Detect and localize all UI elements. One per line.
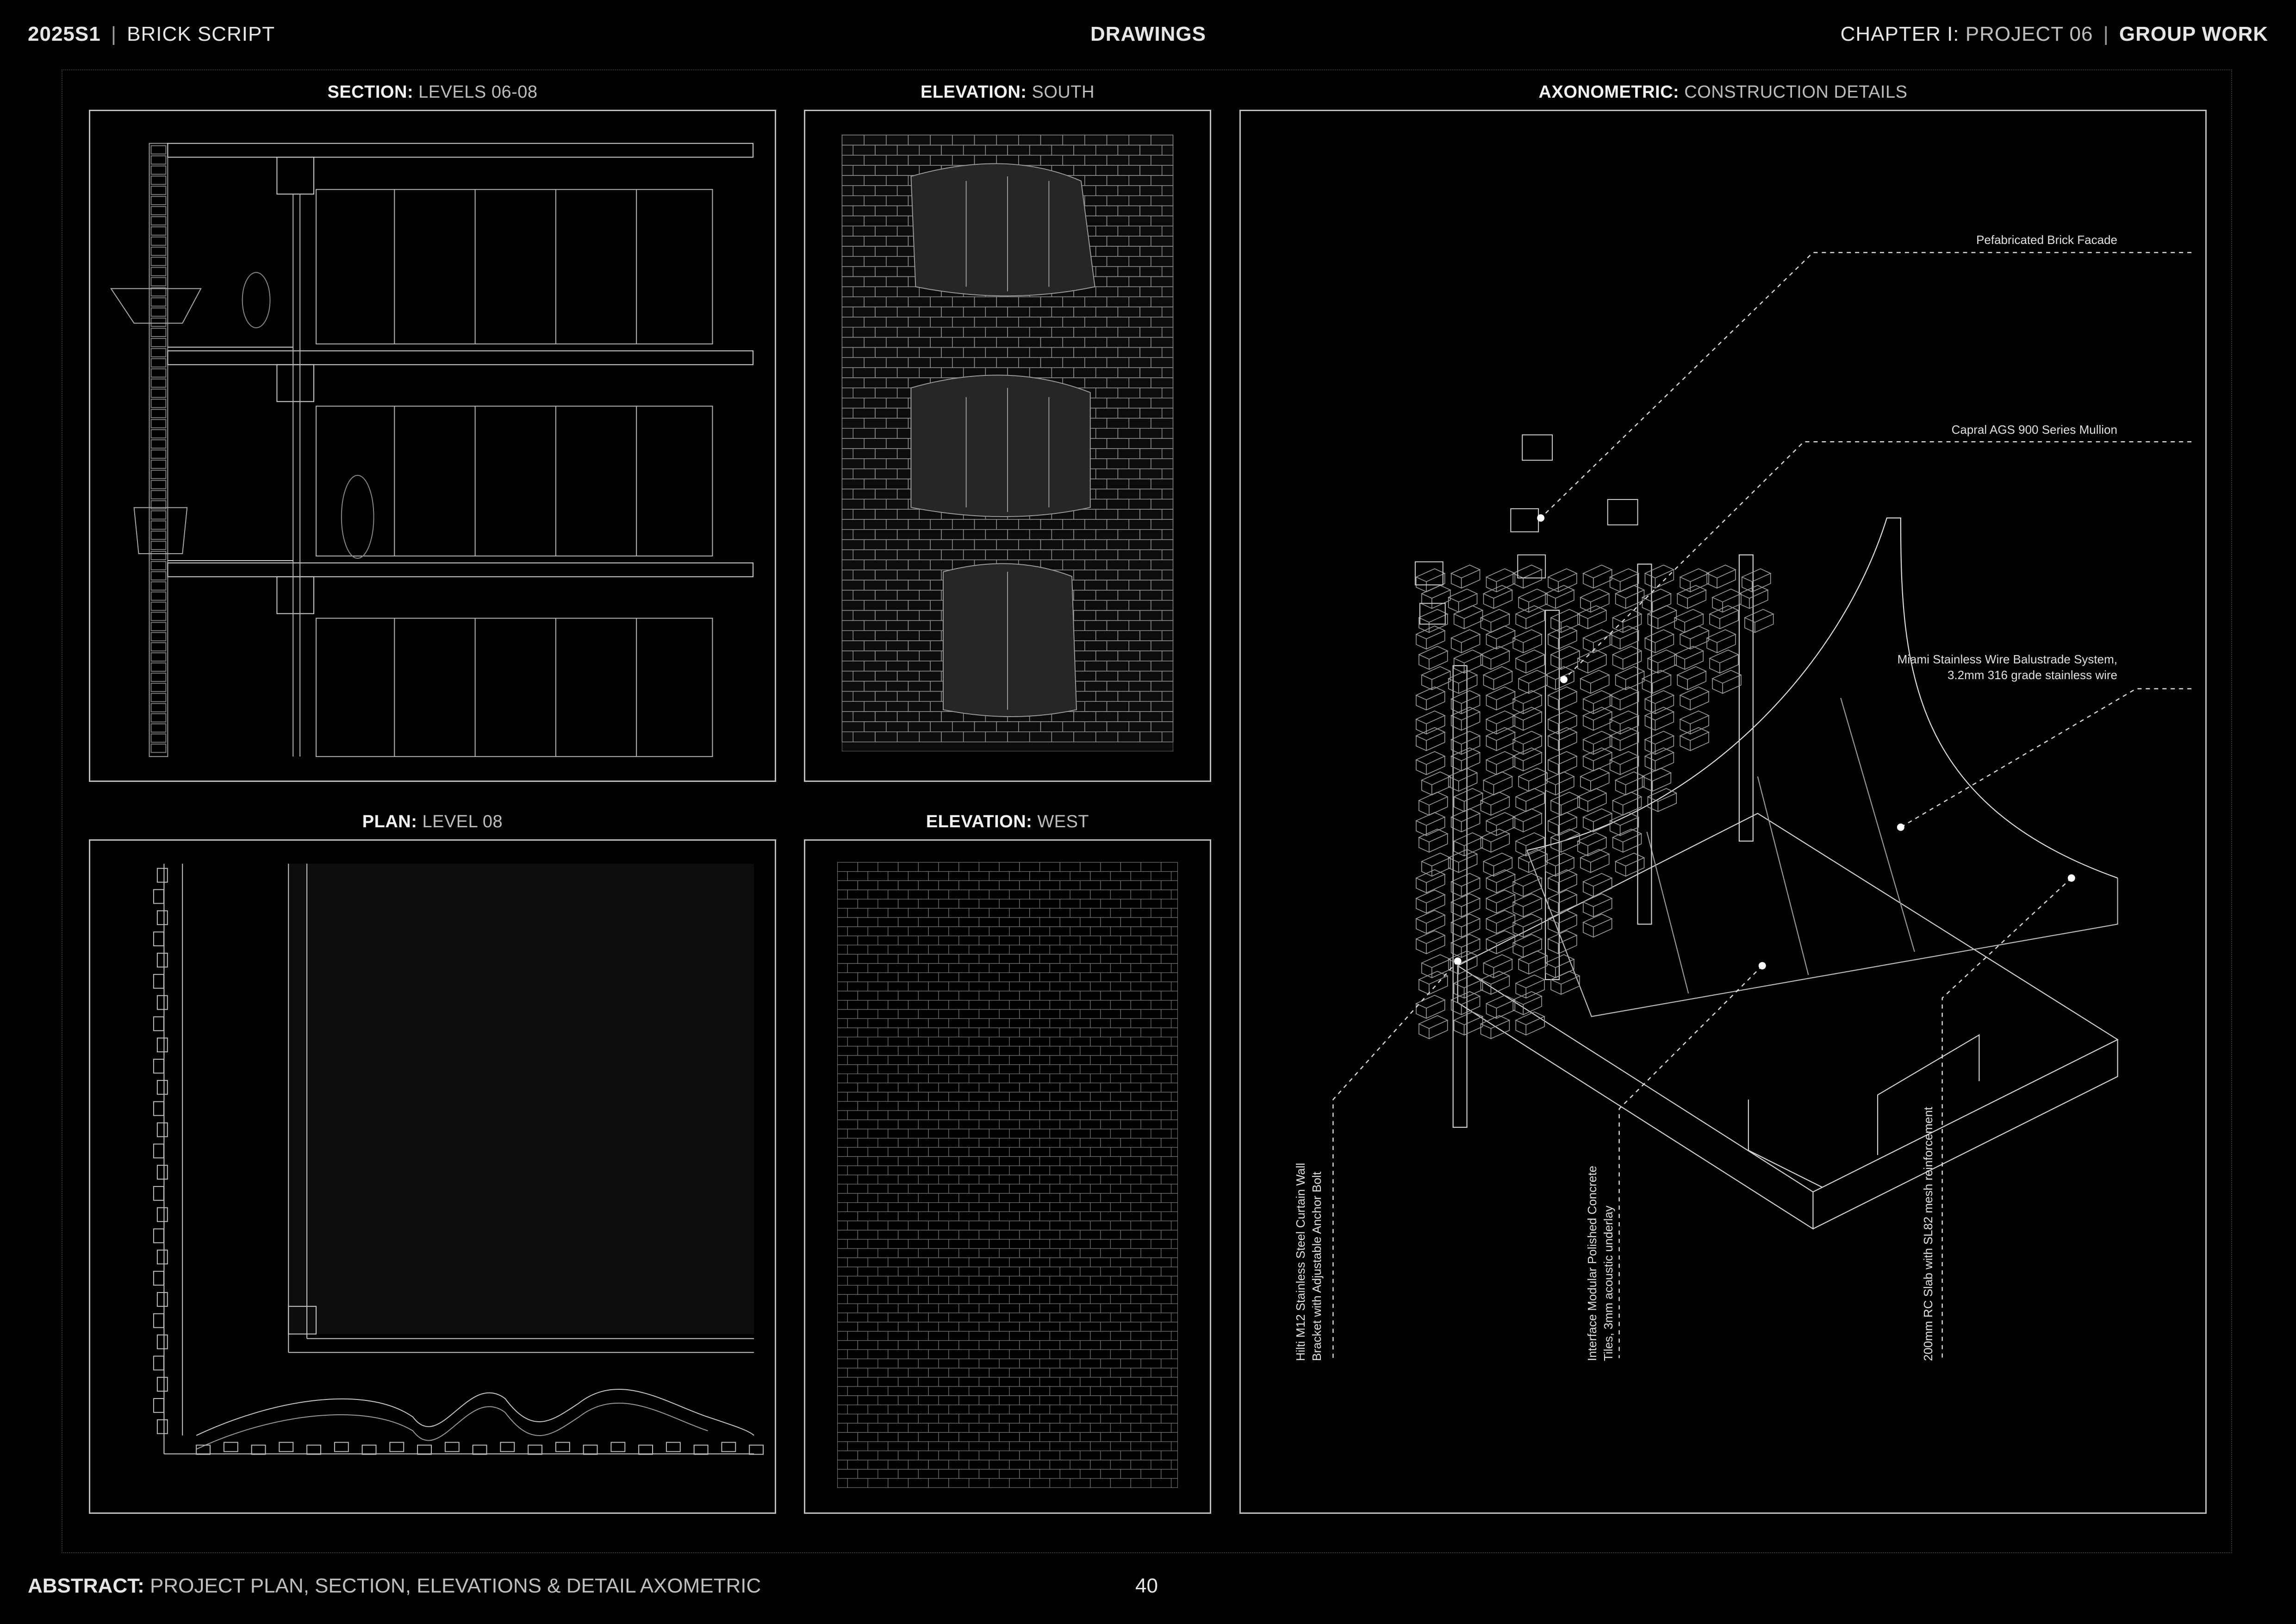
elevation-south-drawing (804, 110, 1211, 782)
chapter-label: CHAPTER I: (1840, 23, 1960, 45)
elevation-west-label: ELEVATION: (926, 812, 1033, 831)
elevation-south-sub: SOUTH (1032, 82, 1095, 102)
callout-tiles: Interface Modular Polished Concrete Tile… (1584, 1166, 1617, 1361)
plan-title-label: PLAN: (362, 812, 417, 831)
axonometric-title: AXONOMETRIC: CONSTRUCTION DETAILS (1239, 83, 2207, 101)
plan-title-sub: LEVEL 08 (422, 812, 503, 831)
callout-tiles-line1: Interface Modular Polished Concrete (1585, 1165, 1599, 1361)
section-title: DRAWINGS (1090, 23, 1206, 45)
chapter-project: PROJECT 06 (1965, 23, 2093, 45)
plan-linework (153, 863, 764, 1455)
callout-bracket-line2: Bracket with Adjustable Anchor Bolt (1310, 1171, 1324, 1361)
header-separator: | (111, 23, 117, 45)
callout-tiles-line2: Tiles, 3mm acoustic underlay (1601, 1206, 1616, 1361)
callout-slab: 200mm RC Slab with SL82 mesh reinforceme… (1921, 1106, 1935, 1361)
axonometric-sub: CONSTRUCTION DETAILS (1684, 82, 1908, 102)
project-name: BRICK SCRIPT (127, 23, 275, 45)
section-title-label: SECTION: (327, 82, 414, 102)
axonometric-linework (1332, 252, 2192, 1358)
callout-balustrade: Miami Stainless Wire Balustrade System, … (1898, 652, 2117, 683)
axonometric-label: AXONOMETRIC: (1538, 82, 1680, 102)
callout-balustrade-line2: 3.2mm 316 grade stainless wire (1947, 668, 2117, 682)
header-separator-right: | (2103, 23, 2109, 45)
section-title-sub: LEVELS 06-08 (418, 82, 538, 102)
header-left: 2025S1 | BRICK SCRIPT (28, 24, 275, 44)
footer-abstract: ABSTRACT: PROJECT PLAN, SECTION, ELEVATI… (28, 1576, 761, 1596)
term-label: 2025S1 (28, 23, 101, 45)
callout-bracket-line1: Hilti M12 Stainless Steel Curtain Wall (1294, 1162, 1307, 1361)
callout-bracket: Hilti M12 Stainless Steel Curtain Wall B… (1293, 1163, 1325, 1361)
elevation-south-label: ELEVATION: (920, 82, 1027, 102)
elevation-west-linework (837, 862, 1178, 1488)
elevation-south-linework (841, 134, 1174, 751)
callout-mullion: Capral AGS 900 Series Mullion (1951, 423, 2117, 437)
header-right: CHAPTER I: PROJECT 06 | GROUP WORK (1841, 24, 2268, 44)
section-panel-title: SECTION: LEVELS 06-08 (89, 83, 776, 101)
callout-balustrade-line1: Miami Stainless Wire Balustrade System, (1897, 652, 2117, 666)
footer-label: ABSTRACT: (28, 1574, 144, 1597)
section-linework (110, 143, 754, 757)
plan-drawing (89, 839, 776, 1514)
section-drawing (89, 110, 776, 782)
footer-text: PROJECT PLAN, SECTION, ELEVATIONS & DETA… (150, 1574, 761, 1597)
group-work-label: GROUP WORK (2119, 23, 2268, 45)
elevation-west-sub: WEST (1037, 812, 1089, 831)
axonometric-drawing: Pefabricated Brick Facade Capral AGS 900… (1239, 110, 2207, 1514)
elevation-west-title: ELEVATION: WEST (804, 813, 1211, 831)
elevation-south-title: ELEVATION: SOUTH (804, 83, 1211, 101)
page-number: 40 (1135, 1574, 1158, 1597)
elevation-west-drawing (804, 839, 1211, 1514)
callout-brick-facade: Pefabricated Brick Facade (1976, 233, 2117, 247)
plan-panel-title: PLAN: LEVEL 08 (89, 813, 776, 831)
